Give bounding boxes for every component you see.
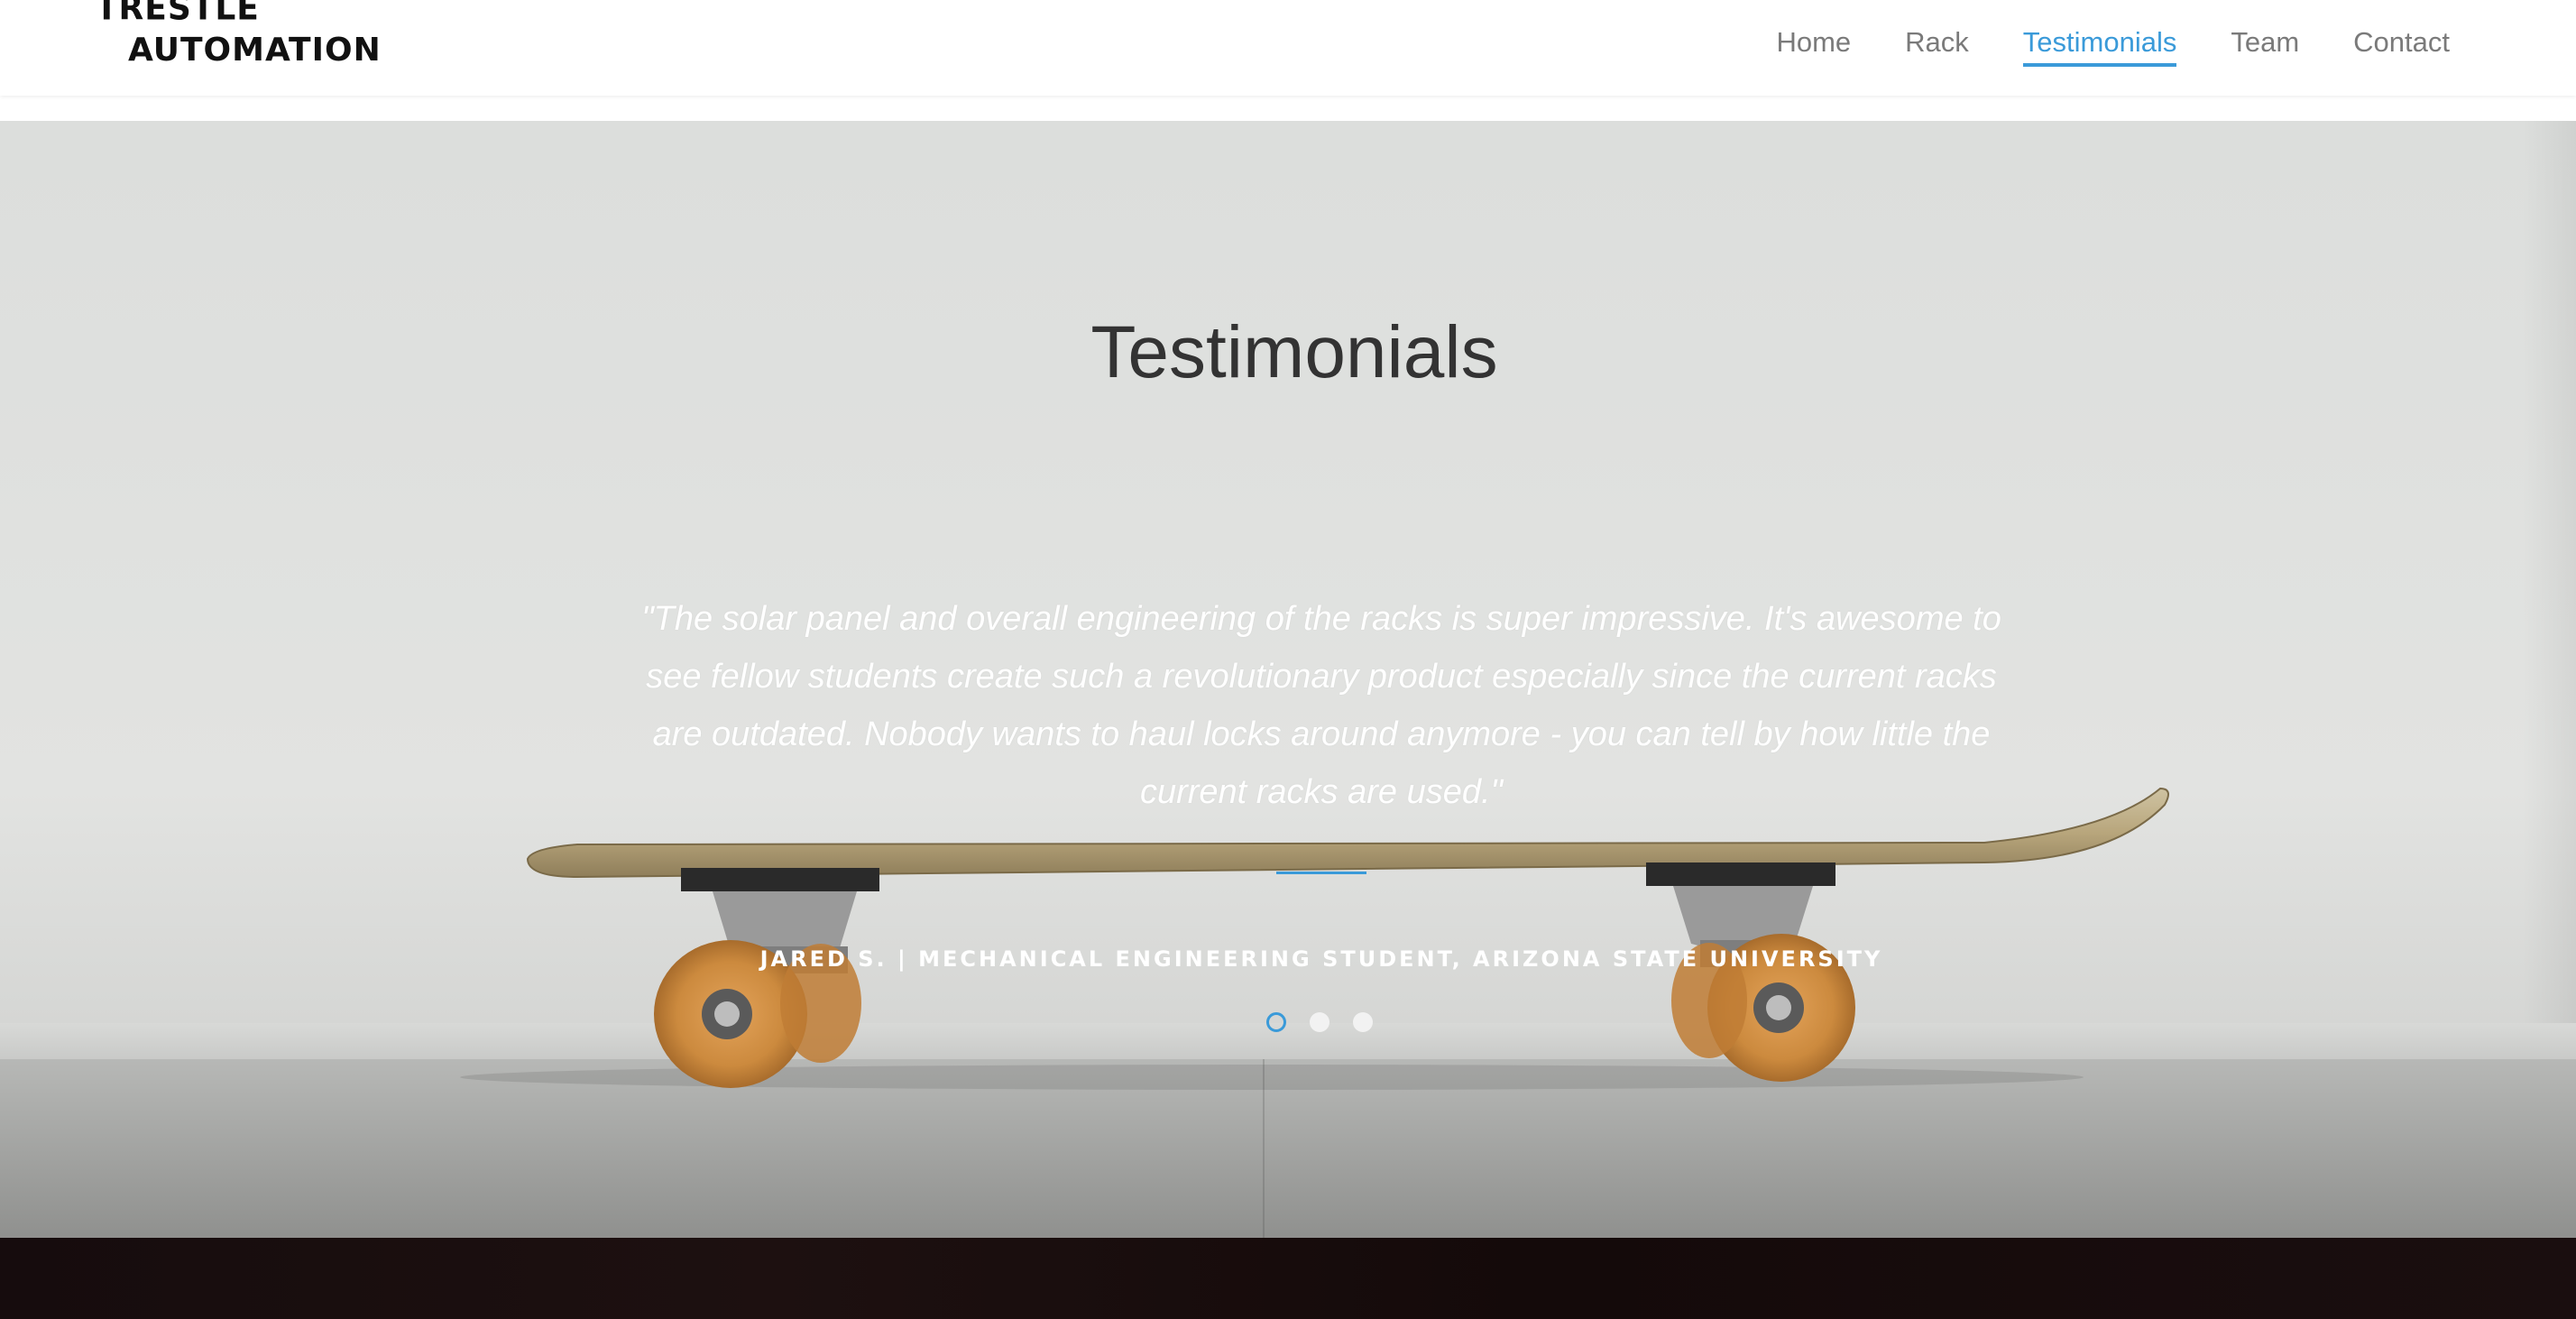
carousel-pagination	[1266, 1012, 1373, 1032]
nav-item-testimonials[interactable]: Testimonials	[1996, 23, 2204, 67]
nav-item-home[interactable]: Home	[1749, 23, 1878, 65]
brand-logo[interactable]: TRESTLE AUTOMATION	[96, 0, 381, 90]
carousel-dot-2[interactable]	[1310, 1012, 1329, 1032]
brand-logo-line2: AUTOMATION	[128, 32, 382, 69]
main-nav: Home Rack Testimonials Team Contact	[1749, 23, 2477, 67]
carousel-dot-1[interactable]	[1266, 1012, 1286, 1032]
testimonials-section: Testimonials "The solar panel and overal…	[0, 121, 2576, 1238]
testimonial-quote: "The solar panel and overall engineering…	[641, 600, 2001, 811]
quote-divider	[1276, 872, 1366, 874]
nav-item-team[interactable]: Team	[2203, 23, 2326, 65]
nav-item-contact[interactable]: Contact	[2326, 23, 2477, 65]
next-section-dark	[0, 1238, 2576, 1319]
carousel-dot-3[interactable]	[1353, 1012, 1373, 1032]
brand-logo-line1: TRESTLE	[96, 0, 260, 28]
nav-item-rack[interactable]: Rack	[1878, 23, 1996, 65]
testimonial-author: JARED S. | MECHANICAL ENGINEERING STUDEN…	[759, 946, 1883, 972]
section-title: Testimonials	[1090, 311, 1498, 393]
site-header: TRESTLE AUTOMATION Home Rack Testimonial…	[0, 0, 2576, 96]
